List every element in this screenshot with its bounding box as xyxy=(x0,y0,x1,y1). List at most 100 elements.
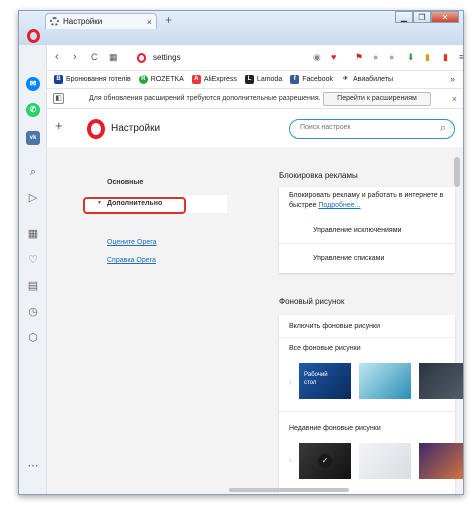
vpn-icon[interactable]: ● xyxy=(389,52,394,62)
new-tab-button[interactable]: + xyxy=(165,13,172,27)
bookmark-aliexpress[interactable]: A AliExpress xyxy=(191,75,237,84)
camera-icon[interactable]: ◉ xyxy=(313,52,321,63)
facebook-icon: f xyxy=(290,75,300,84)
browser-window: Настройки × + ▁ ❐ ✕ ✉ ✆ vk ⌕ ▷ ▦ ♡ ▤ ◷ ⬡… xyxy=(18,10,464,495)
lamoda-icon: L xyxy=(244,75,254,84)
bookmark-lamoda[interactable]: L Lamoda xyxy=(244,75,283,84)
back-button[interactable]: ‹ xyxy=(55,51,59,63)
recent-wallpapers-label: Недавние фоновые рисунки xyxy=(289,425,381,432)
bookmark-rozetka[interactable]: R ROZETKA xyxy=(138,75,184,84)
messenger-icon[interactable]: ✉ xyxy=(26,77,40,91)
desktop-thumb-label: Рабочий стол xyxy=(304,371,328,387)
address-bar: ‹ › C ▦ settings ◉ ♥ ⚑ ● ● ⬇ ▮ ▮ ≡ xyxy=(47,45,463,71)
highlight-box xyxy=(83,197,186,214)
opera-menu-icon[interactable] xyxy=(27,29,40,43)
send-icon[interactable]: ▷ xyxy=(26,191,40,205)
settings-search[interactable]: ⌕ xyxy=(289,119,455,139)
title-bar: Настройки × + ▁ ❐ ✕ xyxy=(19,11,463,45)
enable-wallpapers[interactable]: Включить фоновые рисунки xyxy=(289,323,380,330)
aliexpress-icon: A xyxy=(191,75,201,84)
bookmark-booking[interactable]: B Бронювання готелів xyxy=(54,75,131,84)
bookmark-facebook[interactable]: f Facebook xyxy=(290,75,333,84)
minimize-button[interactable]: ▁ xyxy=(395,11,413,23)
horizontal-scrollbar[interactable] xyxy=(229,488,349,492)
carousel-prev-button[interactable]: ‹ xyxy=(289,377,292,388)
speed-dial-icon[interactable]: ▦ xyxy=(26,227,40,241)
plane-icon: ✈ xyxy=(342,76,348,82)
red-extension-icon[interactable]: ▮ xyxy=(443,52,448,63)
extension-icon[interactable]: ▮ xyxy=(425,52,430,63)
bookmark-label: Бронювання готелів xyxy=(66,76,131,83)
adblock-description-line1: Блокировать рекламу и работать в интерне… xyxy=(289,192,444,199)
nav-basic[interactable]: Основные xyxy=(107,179,143,186)
more-icon[interactable]: ⋯ xyxy=(26,459,40,473)
wallpaper-section-title: Фоновый рисунок xyxy=(279,297,345,306)
adblock-card: Блокировать рекламу и работать в интерне… xyxy=(279,187,455,273)
booking-icon: B xyxy=(54,75,63,84)
vk-icon[interactable]: vk xyxy=(26,131,40,145)
tab-title: Настройки xyxy=(63,17,103,26)
recent-wallpaper-thumb[interactable] xyxy=(419,443,463,479)
forward-button[interactable]: › xyxy=(73,51,77,63)
recent-carousel-prev-button[interactable]: ‹ xyxy=(289,455,292,466)
bookmark-aviabilety[interactable]: ✈ Авиабилеты xyxy=(341,75,393,84)
rate-opera-link[interactable]: Оцените Opera xyxy=(107,239,156,246)
extension-download-icon[interactable]: ⬇ xyxy=(407,52,415,63)
reload-button[interactable]: C xyxy=(91,52,98,62)
help-opera-link[interactable]: Справка Opera xyxy=(107,257,156,264)
puzzle-icon: ◧ xyxy=(53,93,64,104)
bookmark-label: AliExpress xyxy=(203,76,237,83)
rozetka-icon: R xyxy=(138,75,148,84)
recent-wallpaper-selected[interactable]: ✓ xyxy=(299,443,351,479)
bookmark-label: Lamoda xyxy=(256,76,283,83)
notice-text: Для обновления расширений требуются допо… xyxy=(89,95,321,102)
maximize-button[interactable]: ❐ xyxy=(413,11,431,23)
desktop-label-line2: стол xyxy=(304,380,317,386)
whatsapp-icon[interactable]: ✆ xyxy=(26,103,40,117)
adblock-section-title: Блокировка рекламы xyxy=(279,171,358,180)
bookmarks-bar: B Бронювання готелів R ROZETKA A AliExpr… xyxy=(47,71,463,89)
menu-icon[interactable]: ≡ xyxy=(459,52,463,62)
scrollbar-thumb[interactable] xyxy=(454,157,460,187)
page-title: Настройки xyxy=(111,123,161,134)
notice-close-icon[interactable]: × xyxy=(452,94,457,104)
manage-lists[interactable]: Управление списками xyxy=(313,255,384,262)
flag-icon[interactable]: ⚑ xyxy=(355,52,363,63)
search-icon[interactable]: ⌕ xyxy=(440,122,446,135)
wallpaper-thumb[interactable] xyxy=(419,363,463,399)
heart-icon[interactable]: ♡ xyxy=(26,253,40,267)
history-icon[interactable]: ◷ xyxy=(26,305,40,319)
divider xyxy=(279,243,455,244)
wallpaper-desktop-thumb[interactable]: Рабочий стол xyxy=(299,363,351,399)
add-button[interactable]: + xyxy=(55,118,63,133)
bookmarks-more-button[interactable]: » xyxy=(450,74,455,84)
tab-settings[interactable]: Настройки × xyxy=(45,13,157,29)
settings-header: + Настройки ⌕ xyxy=(47,109,463,147)
bookmark-heart-icon[interactable]: ♥ xyxy=(331,52,336,62)
extensions-icon[interactable]: ⬡ xyxy=(26,331,40,345)
desktop-label-line1: Рабочий xyxy=(304,372,328,378)
news-icon[interactable]: ▤ xyxy=(26,279,40,293)
go-to-extensions-button[interactable]: Перейти к расширениям xyxy=(323,92,431,106)
search-input[interactable] xyxy=(300,124,430,131)
more-link[interactable]: Подробнее... xyxy=(318,202,360,209)
settings-page: + Настройки ⌕ Основные ▼ Дополнительно xyxy=(47,109,463,494)
search-icon[interactable]: ⌕ xyxy=(26,165,40,179)
checkmark-icon: ✓ xyxy=(318,454,332,468)
adblock-icon[interactable]: ● xyxy=(373,52,378,62)
adblock-description-line2: быстрее Подробнее... xyxy=(289,202,361,209)
url-field[interactable]: settings xyxy=(153,53,181,62)
bookmark-label: Авиабилеты xyxy=(352,76,394,83)
close-window-button[interactable]: ✕ xyxy=(431,11,459,23)
tab-close-icon[interactable]: × xyxy=(147,17,152,27)
window-controls: ▁ ❐ ✕ xyxy=(395,11,459,23)
sidebar: ✉ ✆ vk ⌕ ▷ ▦ ♡ ▤ ◷ ⬡ ⋯ xyxy=(19,45,47,494)
wallpaper-thumb[interactable] xyxy=(359,363,411,399)
gear-icon xyxy=(50,17,59,26)
manage-exceptions[interactable]: Управление исключениями xyxy=(313,227,401,234)
opera-url-icon xyxy=(137,53,146,63)
settings-main: Блокировка рекламы Блокировать рекламу и… xyxy=(229,147,463,494)
recent-wallpaper-thumb[interactable] xyxy=(359,443,411,479)
speed-dial-button[interactable]: ▦ xyxy=(109,52,118,63)
wallpaper-card: Включить фоновые рисунки Все фоновые рис… xyxy=(279,315,463,494)
